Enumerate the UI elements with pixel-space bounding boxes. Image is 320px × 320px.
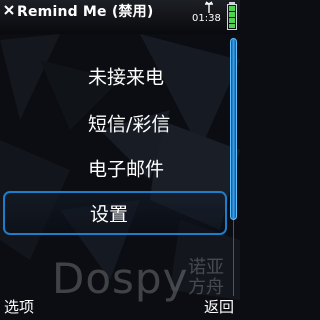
menu-item-email[interactable]: 电子邮件 bbox=[0, 146, 230, 190]
scrollbar-track[interactable] bbox=[233, 220, 234, 296]
menu-item-missed-calls[interactable]: 未接来电 bbox=[0, 54, 230, 98]
back-softkey[interactable]: 返回 bbox=[204, 296, 234, 317]
options-softkey[interactable]: 选项 bbox=[4, 296, 34, 317]
menu-item-settings[interactable]: 设置 bbox=[3, 191, 227, 235]
scrollbar-thumb[interactable] bbox=[230, 38, 237, 220]
menu-item-messages[interactable]: 短信/彩信 bbox=[0, 101, 230, 145]
main-menu: 未接来电 短信/彩信 电子邮件 设置 bbox=[0, 0, 240, 320]
menu-item-label: 电子邮件 bbox=[88, 158, 165, 181]
menu-item-label: 未接来电 bbox=[88, 66, 165, 89]
menu-item-label: 设置 bbox=[90, 203, 129, 226]
menu-item-label: 短信/彩信 bbox=[88, 113, 171, 136]
